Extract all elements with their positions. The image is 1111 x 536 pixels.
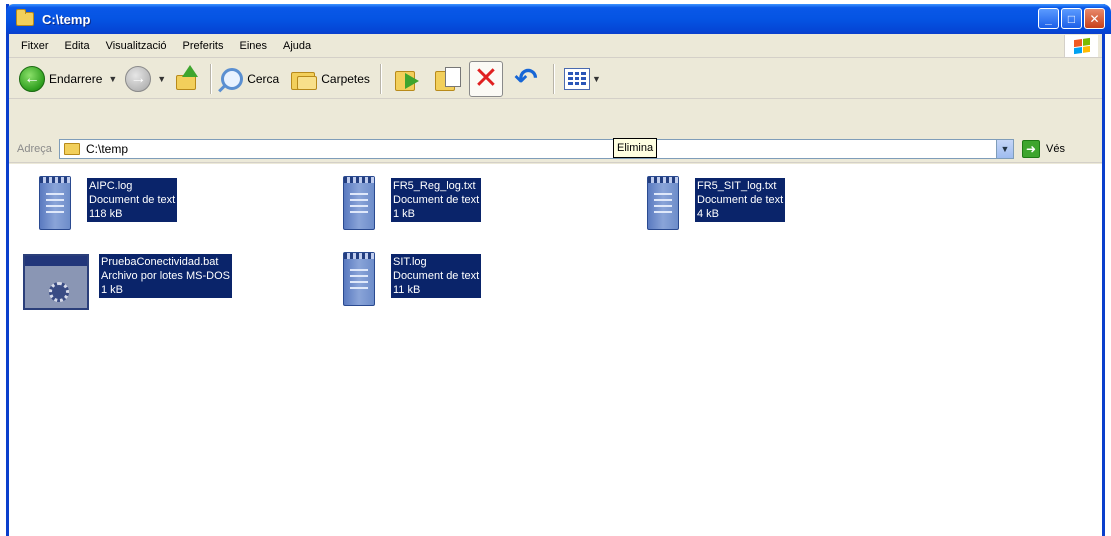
text-document-icon	[337, 174, 381, 234]
file-name: SIT.log	[393, 256, 427, 268]
folder-icon	[64, 142, 80, 155]
window-title: C:\temp	[42, 11, 91, 27]
go-arrow-icon: ➜	[1022, 139, 1040, 158]
file-label: AIPC.log Document de text 118 kB	[87, 178, 178, 222]
file-type: Document de text	[393, 194, 480, 206]
forward-button[interactable]: → ▼	[121, 61, 170, 97]
go-button[interactable]: ➜ Vés	[1022, 139, 1065, 158]
menu-edit[interactable]: Edita	[57, 40, 98, 52]
file-item[interactable]: SIT.log Document de text 11 kB	[337, 250, 482, 310]
file-size: 1 kB	[393, 208, 416, 220]
file-type: Document de text	[393, 270, 480, 282]
file-name: FR5_Reg_log.txt	[393, 180, 476, 192]
file-label: FR5_SIT_log.txt Document de text 4 kB	[695, 178, 786, 222]
folders-label: Carpetes	[321, 71, 370, 86]
file-type: Document de text	[697, 194, 784, 206]
address-dropdown-icon[interactable]: ▼	[996, 139, 1013, 158]
text-document-icon	[337, 250, 381, 310]
batch-file-icon	[23, 250, 93, 310]
search-icon	[221, 67, 244, 90]
minimize-button[interactable]: _	[1038, 8, 1059, 29]
file-size: 11 kB	[393, 284, 421, 296]
file-item[interactable]: PruebaConectividad.bat Archivo por lotes…	[23, 250, 232, 310]
title-bar[interactable]: C:\temp _ □ ✕	[6, 4, 1111, 34]
windows-flag-icon	[1073, 37, 1090, 55]
windows-logo	[1064, 35, 1098, 57]
search-button[interactable]: Cerca	[217, 61, 283, 97]
file-item[interactable]: AIPC.log Document de text 118 kB	[33, 174, 178, 234]
delete-tooltip: Elimina	[613, 138, 658, 158]
file-list[interactable]: AIPC.log Document de text 118 kB FR5_Reg…	[9, 164, 1102, 536]
up-button[interactable]	[170, 61, 204, 97]
search-label: Cerca	[247, 71, 280, 86]
file-size: 4 kB	[697, 208, 720, 220]
address-value: C:\temp	[86, 141, 129, 156]
views-button[interactable]: ▼	[560, 61, 605, 97]
text-document-icon	[641, 174, 685, 234]
folders-button[interactable]: Carpetes	[287, 61, 374, 97]
menu-file[interactable]: Fitxer	[9, 40, 57, 52]
maximize-button[interactable]: □	[1061, 8, 1082, 29]
file-size: 118 kB	[89, 208, 123, 220]
forward-arrow-icon: →	[125, 65, 152, 92]
address-input[interactable]: C:\temp ▼	[59, 138, 1014, 159]
close-button[interactable]: ✕	[1084, 8, 1105, 29]
file-size: 1 kB	[101, 284, 124, 296]
file-label: PruebaConectividad.bat Archivo por lotes…	[99, 254, 232, 298]
toolbar: ← Endarrere ▼ → ▼ Cerca Carpetes ✕ ↶ ▼	[9, 59, 1102, 99]
views-icon	[563, 67, 590, 90]
file-name: PruebaConectividad.bat	[101, 256, 219, 268]
menu-favorites[interactable]: Preferits	[175, 40, 232, 52]
copy-to-button[interactable]	[427, 61, 467, 97]
file-type: Archivo por lotes MS-DOS	[101, 270, 230, 282]
text-document-icon	[33, 174, 77, 234]
views-dropdown-icon[interactable]: ▼	[592, 74, 601, 84]
address-bar: Adreça C:\temp ▼ ➜ Vés	[9, 135, 1102, 163]
back-arrow-icon: ←	[19, 65, 45, 92]
file-name: AIPC.log	[89, 180, 133, 192]
explorer-window: C:\temp _ □ ✕ Fitxer Edita Visualització…	[6, 4, 1111, 536]
file-label: FR5_Reg_log.txt Document de text 1 kB	[391, 178, 482, 222]
menu-help[interactable]: Ajuda	[275, 40, 319, 52]
back-dropdown-icon[interactable]: ▼	[108, 74, 117, 84]
delete-button[interactable]: ✕	[468, 60, 503, 97]
go-label: Vés	[1046, 142, 1065, 155]
toolbar-separator	[210, 63, 212, 94]
delete-icon: ✕	[473, 61, 499, 95]
forward-dropdown-icon[interactable]: ▼	[157, 74, 166, 84]
back-label: Endarrere	[49, 71, 103, 86]
move-to-folder-icon	[393, 65, 421, 93]
undo-button[interactable]: ↶	[505, 61, 547, 97]
folders-icon	[291, 68, 318, 90]
menu-view[interactable]: Visualització	[98, 40, 175, 52]
toolbar-separator	[552, 63, 554, 94]
file-type: Document de text	[89, 194, 176, 206]
folder-icon	[16, 9, 34, 26]
file-item[interactable]: FR5_SIT_log.txt Document de text 4 kB	[641, 174, 786, 234]
undo-icon: ↶	[514, 63, 538, 94]
move-to-button[interactable]	[387, 61, 427, 97]
address-label: Adreça	[17, 142, 52, 155]
file-name: FR5_SIT_log.txt	[697, 180, 777, 192]
folder-up-icon	[174, 64, 200, 93]
window-controls: _ □ ✕	[1038, 8, 1105, 29]
file-item[interactable]: FR5_Reg_log.txt Document de text 1 kB	[337, 174, 482, 234]
menu-bar: Fitxer Edita Visualització Preferits Ein…	[9, 34, 1102, 58]
menu-tools[interactable]: Eines	[232, 40, 276, 52]
copy-to-folder-icon	[433, 65, 461, 93]
back-button[interactable]: ← Endarrere ▼	[15, 61, 121, 97]
file-label: SIT.log Document de text 11 kB	[391, 254, 482, 298]
toolbar-separator	[379, 63, 381, 94]
